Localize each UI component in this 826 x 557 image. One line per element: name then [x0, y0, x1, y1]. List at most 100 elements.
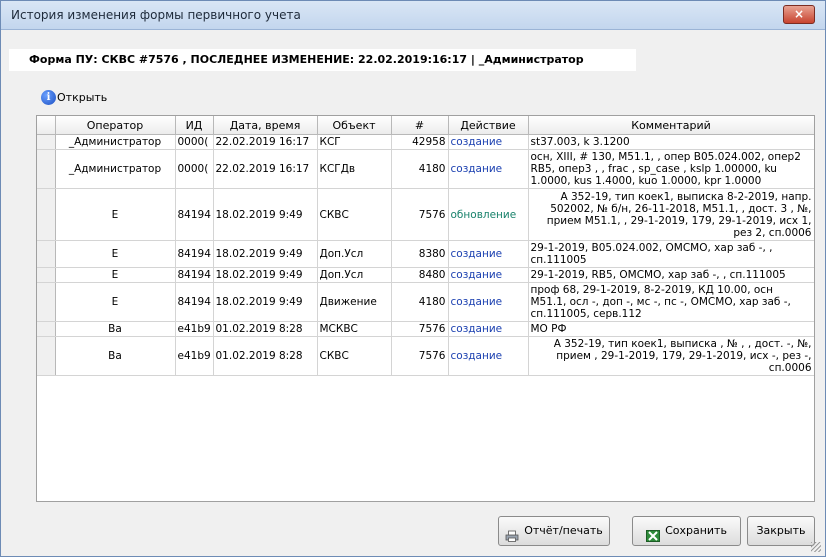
title-bar[interactable]: История изменения формы первичного учета… [1, 1, 825, 30]
table-header-row: Оператор ИД Дата, время Объект # Действие Комм… [37, 116, 814, 135]
operator-cell: _Администратор [55, 134, 176, 150]
column-header-2[interactable]: ИД [175, 116, 214, 135]
number-cell: 7576 [391, 336, 449, 376]
table-row[interactable]: Е 84194 18.02.2019 9:49 Доп.Усл 8480 создание… [37, 267, 814, 283]
printer-icon [505, 525, 519, 542]
operator-cell: Ва [55, 336, 176, 376]
comment-cell: А 352-19, тип коек1, выписка , № , , дос… [528, 336, 814, 376]
action-cell: создание [448, 240, 529, 268]
id-cell: 84194 [175, 267, 214, 283]
table-row[interactable]: Ва e41b9 01.02.2019 8:28 МСКВС 7576 создание М… [37, 321, 814, 337]
close-window-button[interactable]: × [783, 5, 815, 24]
row-selector[interactable] [37, 336, 56, 376]
id-cell: 84194 [175, 282, 214, 322]
number-cell: 7576 [391, 321, 449, 337]
action-cell: создание [448, 267, 529, 283]
operator-cell: Е [55, 282, 176, 322]
number-cell: 4180 [391, 149, 449, 189]
datetime-cell: 01.02.2019 8:28 [213, 336, 318, 376]
column-header-0[interactable] [37, 116, 56, 135]
row-selector[interactable] [37, 240, 56, 268]
column-header-5[interactable]: # [391, 116, 449, 135]
comment-cell: 29-1-2019, RB5, ОМСМО, хар заб -, , сп.1… [528, 267, 814, 283]
save-label: Сохранить [665, 524, 727, 537]
datetime-cell: 18.02.2019 9:49 [213, 188, 318, 241]
comment-cell: А 352-19, тип коек1, выписка 8-2-2019, н… [528, 188, 814, 241]
number-cell: 42958 [391, 134, 449, 150]
excel-icon [646, 525, 661, 542]
history-grid[interactable]: Оператор ИД Дата, время Объект # Действие Комм… [36, 115, 815, 502]
table-row[interactable]: _Администратор 0000(22.02.2019 16:17 КСГДв… [37, 149, 814, 189]
object-cell: КСГ [317, 134, 392, 150]
table-row[interactable]: Ва e41b9 01.02.2019 8:28 СКВС 7576 создание А … [37, 336, 814, 376]
action-cell: создание [448, 282, 529, 322]
close-button[interactable]: Закрыть [747, 516, 815, 546]
history-table: Оператор ИД Дата, время Объект # Действие Комм… [37, 116, 814, 376]
action-cell: создание [448, 336, 529, 376]
row-selector[interactable] [37, 321, 56, 337]
history-dialog: История изменения формы первичного учета… [0, 0, 826, 557]
datetime-cell: 18.02.2019 9:49 [213, 267, 318, 283]
column-header-1[interactable]: Оператор [55, 116, 176, 135]
datetime-cell: 22.02.2019 16:17 [213, 134, 318, 150]
table-row[interactable]: Е 84194 18.02.2019 9:49 Движение 4180 создани… [37, 282, 814, 322]
comment-cell: осн, XIII, # 130, M51.1, , опер B05.024.… [528, 149, 814, 189]
column-header-3[interactable]: Дата, время [213, 116, 318, 135]
column-header-6[interactable]: Действие [448, 116, 529, 135]
close-label: Закрыть [756, 524, 806, 537]
object-cell: СКВС [317, 188, 392, 241]
datetime-cell: 18.02.2019 9:49 [213, 282, 318, 322]
table-body: _Администратор 0000(22.02.2019 16:17 КСГ 42… [37, 134, 814, 376]
number-cell: 8480 [391, 267, 449, 283]
resize-grip[interactable] [811, 542, 821, 552]
id-cell: e41b9 [175, 336, 214, 376]
row-selector[interactable] [37, 134, 56, 150]
id-cell: 84194 [175, 240, 214, 268]
object-cell: МСКВС [317, 321, 392, 337]
object-cell: КСГДв [317, 149, 392, 189]
object-cell: Движение [317, 282, 392, 322]
operator-cell: Ва [55, 321, 176, 337]
object-cell: Доп.Усл [317, 267, 392, 283]
column-header-7[interactable]: Комментарий [528, 116, 814, 135]
table-row[interactable]: Е 84194 18.02.2019 9:49 СКВС 7576 обновление А… [37, 188, 814, 241]
operator-cell: Е [55, 267, 176, 283]
save-button[interactable]: Сохранить [632, 516, 741, 546]
id-cell: e41b9 [175, 321, 214, 337]
action-cell: создание [448, 149, 529, 189]
row-selector[interactable] [37, 267, 56, 283]
number-cell: 8380 [391, 240, 449, 268]
table-row[interactable]: _Администратор 0000(22.02.2019 16:17 КСГ 42… [37, 134, 814, 150]
action-cell: обновление [448, 188, 529, 241]
datetime-cell: 22.02.2019 16:17 [213, 149, 318, 189]
operator-cell: _Администратор [55, 149, 176, 189]
comment-cell: st37.003, k 3.1200 [528, 134, 814, 150]
form-header: Форма ПУ: СКВС #7576 , ПОСЛЕДНЕЕ ИЗМЕНЕН… [9, 49, 636, 71]
id-cell: 84194 [175, 188, 214, 241]
number-cell: 7576 [391, 188, 449, 241]
table-row[interactable]: Е 84194 18.02.2019 9:49 Доп.Усл 8380 создание… [37, 240, 814, 268]
action-cell: создание [448, 321, 529, 337]
comment-cell: 29-1-2019, B05.024.002, ОМСМО, хар заб -… [528, 240, 814, 268]
datetime-cell: 01.02.2019 8:28 [213, 321, 318, 337]
action-cell: создание [448, 134, 529, 150]
comment-cell: проф 68, 29-1-2019, 8-2-2019, КД 10.00, … [528, 282, 814, 322]
operator-cell: Е [55, 188, 176, 241]
datetime-cell: 18.02.2019 9:49 [213, 240, 318, 268]
close-icon: × [793, 7, 805, 21]
comment-cell: МО РФ [528, 321, 814, 337]
object-cell: Доп.Усл [317, 240, 392, 268]
report-print-label: Отчёт/печать [524, 524, 603, 537]
row-selector[interactable] [37, 149, 56, 189]
column-header-4[interactable]: Объект [317, 116, 392, 135]
object-cell: СКВС [317, 336, 392, 376]
report-print-button[interactable]: Отчёт/печать [498, 516, 610, 546]
row-selector[interactable] [37, 188, 56, 241]
number-cell: 4180 [391, 282, 449, 322]
window-title: История изменения формы первичного учета [11, 8, 301, 22]
id-cell: 0000( [175, 149, 214, 189]
operator-cell: Е [55, 240, 176, 268]
open-button-label: Открыть [57, 91, 108, 104]
row-selector[interactable] [37, 282, 56, 322]
id-cell: 0000( [175, 134, 214, 150]
